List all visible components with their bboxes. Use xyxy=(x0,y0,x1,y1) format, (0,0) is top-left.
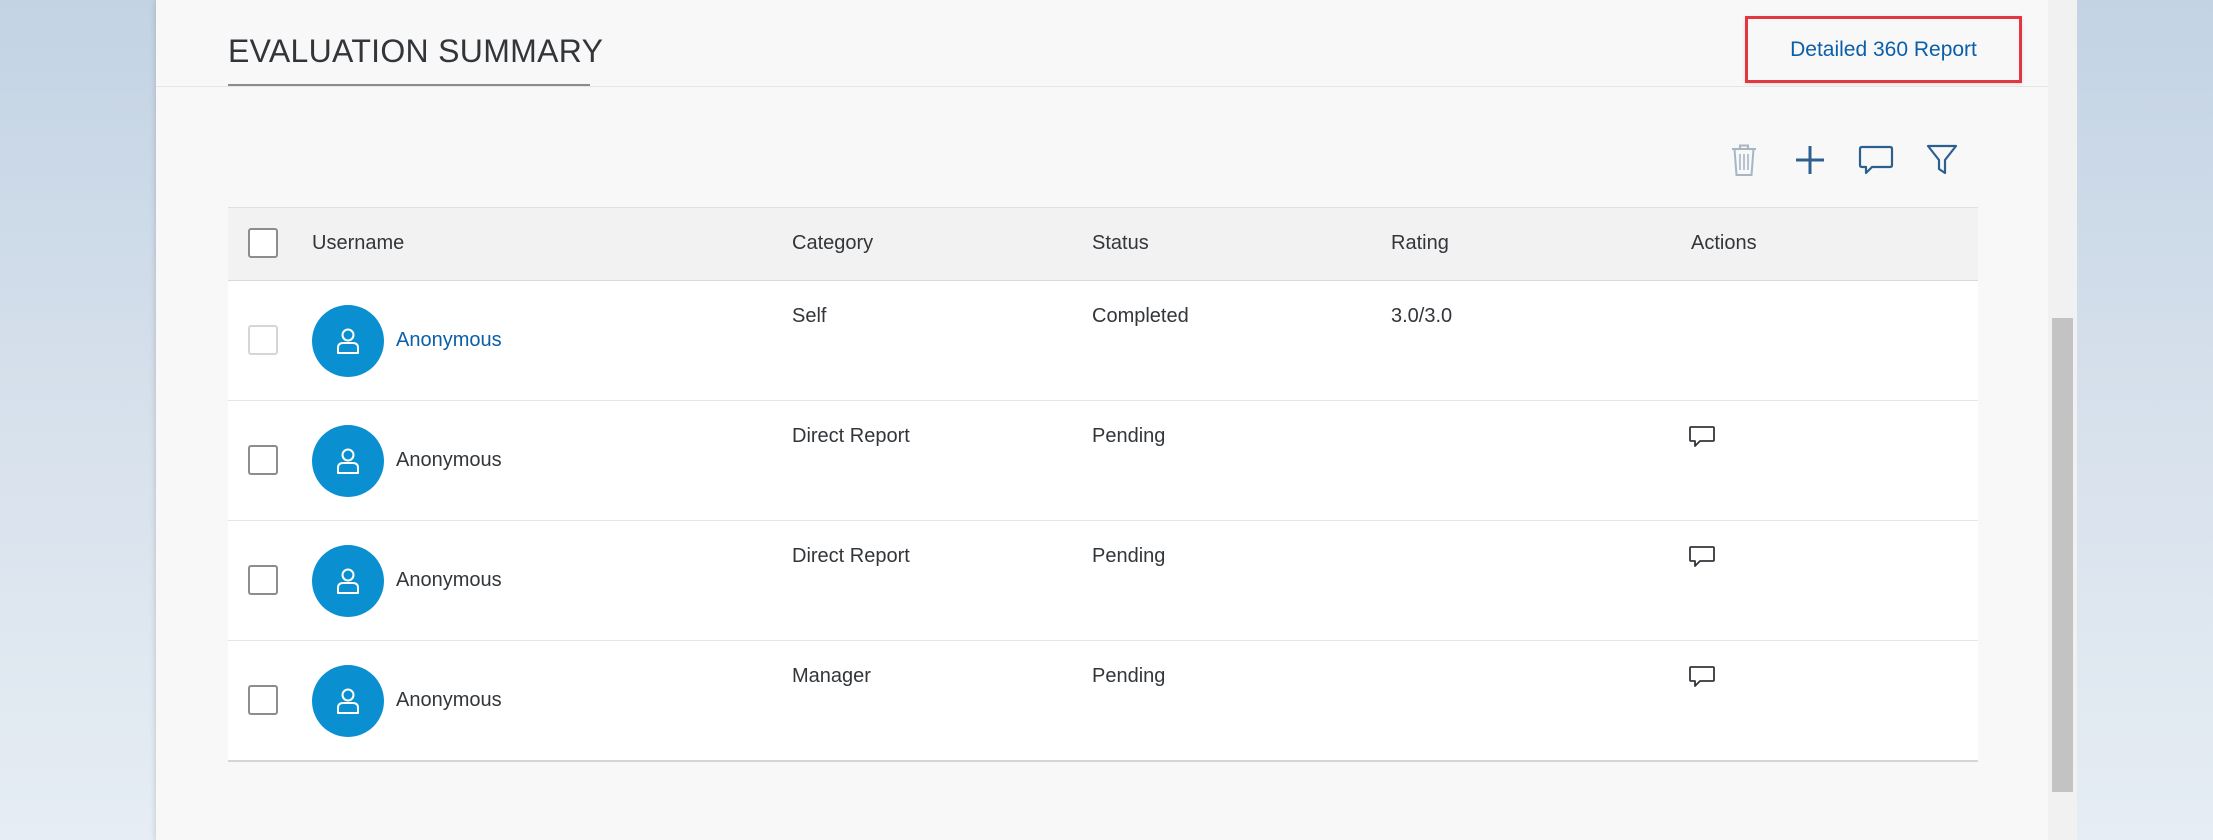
filter-icon xyxy=(1926,144,1958,175)
username-text: Anonymous xyxy=(396,689,502,711)
vertical-scrollbar[interactable] xyxy=(2048,0,2077,840)
row-checkbox xyxy=(248,325,278,355)
row-checkbox[interactable] xyxy=(248,565,278,595)
plus-icon xyxy=(1796,146,1824,174)
category-cell: Direct Report xyxy=(792,545,910,567)
username-text: Anonymous xyxy=(396,569,502,591)
status-cell: Pending xyxy=(1092,665,1166,687)
status-cell: Completed xyxy=(1092,305,1189,327)
column-header-status[interactable]: Status xyxy=(1092,232,1149,255)
add-button[interactable] xyxy=(1788,136,1832,184)
person-icon xyxy=(337,448,359,474)
table-row[interactable]: Anonymous Manager Pending xyxy=(228,641,1978,762)
table-header: Username Category Status Rating Actions xyxy=(228,207,1978,281)
detailed-360-report-link[interactable]: Detailed 360 Report xyxy=(1790,38,1977,62)
username-text: Anonymous xyxy=(396,449,502,471)
section-title: EVALUATION SUMMARY xyxy=(228,33,604,69)
table-row[interactable]: Anonymous Self Completed 3.0/3.0 xyxy=(228,281,1978,401)
category-cell: Manager xyxy=(792,665,871,687)
row-checkbox[interactable] xyxy=(248,685,278,715)
scrollbar-thumb[interactable] xyxy=(2052,318,2073,792)
detailed-report-highlight: Detailed 360 Report xyxy=(1745,16,2022,83)
table-row[interactable]: Anonymous Direct Report Pending xyxy=(228,521,1978,641)
delete-button[interactable] xyxy=(1722,136,1766,184)
comment-icon[interactable] xyxy=(1688,663,1716,691)
person-icon xyxy=(337,328,359,354)
username-link[interactable]: Anonymous xyxy=(396,329,502,352)
column-header-category[interactable]: Category xyxy=(792,232,873,255)
comment-icon[interactable] xyxy=(1688,543,1716,571)
avatar xyxy=(312,665,384,737)
row-checkbox[interactable] xyxy=(248,445,278,475)
comment-icon[interactable] xyxy=(1688,423,1716,451)
status-cell: Pending xyxy=(1092,545,1166,567)
avatar xyxy=(312,425,384,497)
avatar xyxy=(312,545,384,617)
avatar xyxy=(312,305,384,377)
column-header-username[interactable]: Username xyxy=(312,232,404,255)
evaluation-table: Username Category Status Rating Actions … xyxy=(228,207,1978,762)
select-all-checkbox[interactable] xyxy=(248,228,278,258)
header-divider xyxy=(156,86,2048,87)
filter-button[interactable] xyxy=(1920,136,1964,184)
comment-button[interactable] xyxy=(1854,136,1898,184)
category-cell: Direct Report xyxy=(792,425,910,447)
category-cell: Self xyxy=(792,305,827,327)
column-header-actions: Actions xyxy=(1691,232,1757,254)
rating-cell: 3.0/3.0 xyxy=(1391,305,1453,327)
comment-icon xyxy=(1858,145,1894,175)
trash-icon xyxy=(1732,144,1756,176)
status-cell: Pending xyxy=(1092,425,1166,447)
person-icon xyxy=(337,688,359,714)
table-row[interactable]: Anonymous Direct Report Pending xyxy=(228,401,1978,521)
person-icon xyxy=(337,568,359,594)
column-header-rating[interactable]: Rating xyxy=(1391,232,1449,255)
